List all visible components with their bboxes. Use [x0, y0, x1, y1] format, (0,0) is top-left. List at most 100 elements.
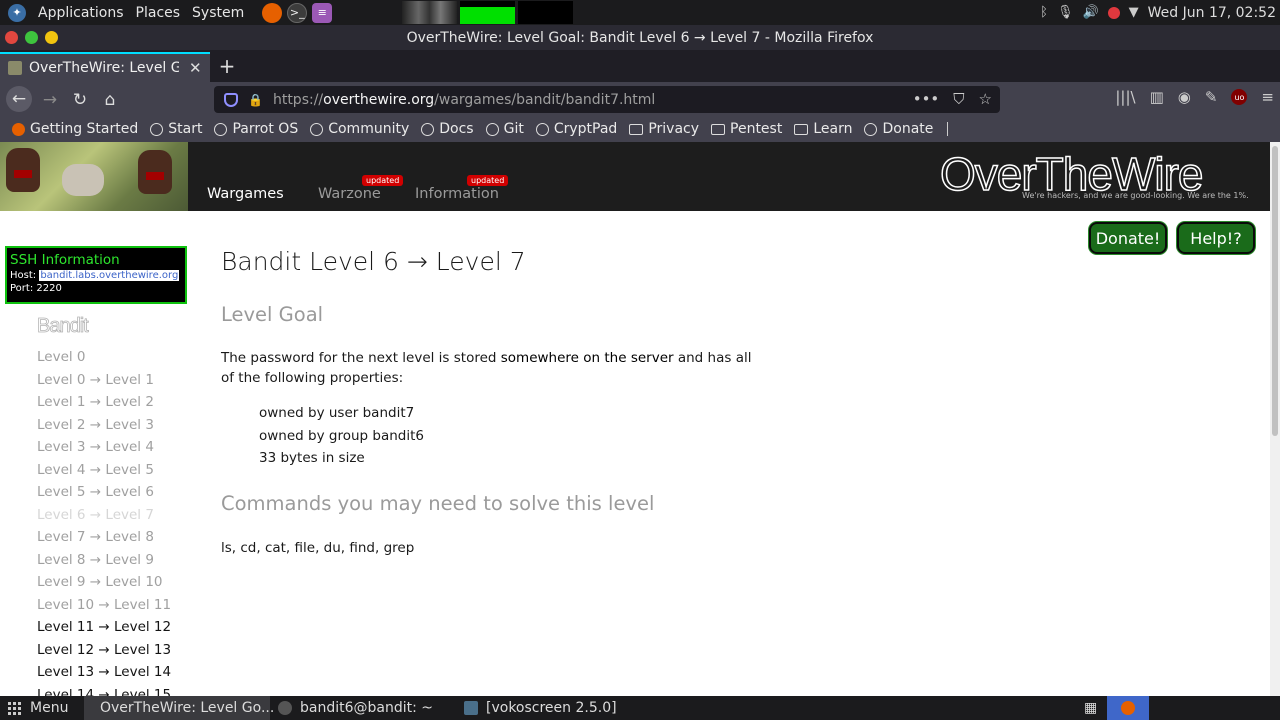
microphone-icon[interactable]: 🎙 [1057, 5, 1074, 20]
sidebar-level-link[interactable]: Level 12 → Level 13 [37, 639, 171, 662]
back-button[interactable]: ← [6, 86, 32, 112]
bookmark-git[interactable]: Git [485, 121, 524, 137]
sidebar-level-link[interactable]: Level 6 → Level 7 [37, 504, 171, 527]
kitten-figure [62, 164, 104, 196]
page-title: Bandit Level 6 → Level 7 [221, 247, 526, 276]
volume-icon[interactable]: 🔊 [1082, 5, 1098, 20]
bookmark-label: Getting Started [30, 121, 139, 137]
bookmark-getting-started[interactable]: Getting Started [12, 121, 138, 137]
wifi-icon[interactable]: ▼ [1129, 5, 1139, 20]
forward-button[interactable]: → [38, 88, 62, 112]
bookmark-cryptpad[interactable]: CryptPad [535, 121, 617, 137]
bookmark-parrot-os[interactable]: Parrot OS [214, 121, 298, 137]
text-editor-launcher-icon[interactable]: ≡ [312, 2, 333, 23]
tracking-protection-shield-icon[interactable] [224, 92, 238, 107]
firefox-launcher-icon[interactable] [262, 2, 283, 23]
folder-icon [629, 123, 644, 135]
level-goal-heading: Level Goal [221, 303, 324, 326]
bookmark-folder-pentest[interactable]: Pentest [711, 121, 782, 137]
bookmark-label: Learn [813, 121, 853, 137]
page-scrollbar[interactable] [1270, 142, 1280, 696]
taskbar-item-firefox[interactable]: OverTheWire: Level Go... [84, 696, 274, 720]
taskbar-item-label: OverTheWire: Level Go... [100, 700, 275, 716]
menu-hamburger-icon[interactable]: ≡ [1261, 88, 1274, 106]
record-indicator-icon[interactable] [1107, 6, 1120, 19]
sidebar-level-link[interactable]: Level 1 → Level 2 [37, 391, 171, 414]
tab-title: OverTheWire: Level Goal [29, 60, 179, 76]
sidebar-level-link[interactable]: Level 14 → Level 15 [37, 684, 171, 697]
bookmarks-toolbar: Getting Started Start Parrot OS Communit… [0, 116, 1280, 142]
system-menu[interactable]: System [186, 0, 250, 25]
workspace-switcher[interactable] [1107, 696, 1149, 720]
url-path: /wargames/bandit/bandit7.html [434, 91, 656, 108]
applications-menu[interactable]: Applications [32, 0, 130, 25]
parrot-logo-icon[interactable]: ✦ [8, 3, 26, 22]
close-tab-icon[interactable]: ✕ [189, 59, 202, 77]
library-icon[interactable]: |||\ [1115, 88, 1135, 106]
ublock-origin-icon[interactable]: uo [1231, 89, 1248, 105]
clock[interactable]: Wed Jun 17, 02:52 [1148, 5, 1276, 21]
sidebar-level-link[interactable]: Level 4 → Level 5 [37, 459, 171, 482]
property-item: owned by user bandit7 [259, 405, 415, 421]
sidebar-level-link[interactable]: Level 7 → Level 8 [37, 526, 171, 549]
header-banner-image[interactable] [0, 142, 188, 211]
nav-wargames[interactable]: Wargames [207, 186, 284, 202]
sidebar-level-link[interactable]: Level 5 → Level 6 [37, 481, 171, 504]
taskbar-item-label: [vokoscreen 2.5.0] [486, 700, 617, 716]
sidebar-level-link[interactable]: Level 3 → Level 4 [37, 436, 171, 459]
bookmark-star-icon[interactable]: ☆ [979, 90, 992, 108]
bookmark-donate[interactable]: Donate [864, 121, 933, 137]
page-actions-icon[interactable]: ••• [913, 90, 940, 108]
bookmark-label: Parrot OS [232, 121, 299, 137]
help-button[interactable]: Help!? [1177, 222, 1255, 254]
nav-warzone[interactable]: Warzone [318, 186, 381, 202]
bookmark-folder-privacy[interactable]: Privacy [629, 121, 699, 137]
url-scheme: https:// [272, 91, 324, 108]
ssh-host-value[interactable]: bandit.labs.overthewire.org [39, 270, 180, 281]
bookmark-label: Start [168, 121, 203, 137]
url-text[interactable]: https://overthewire.org/wargames/bandit/… [273, 92, 655, 108]
start-menu-button[interactable]: Menu [0, 696, 80, 720]
pocket-icon[interactable]: ⛉ [953, 90, 964, 108]
bookmark-docs[interactable]: Docs [421, 121, 474, 137]
taskbar-item-terminal[interactable]: bandit6@bandit: ~ [270, 696, 454, 720]
url-bar[interactable]: 🔒 https://overthewire.org/wargames/bandi… [214, 86, 1000, 113]
sidebar-level-link[interactable]: Level 13 → Level 14 [37, 661, 171, 684]
sidebar-level-link[interactable]: Level 9 → Level 10 [37, 571, 171, 594]
bookmark-community[interactable]: Community [310, 121, 409, 137]
sidebar-level-link[interactable]: Level 0 [37, 346, 171, 369]
extension-icon[interactable]: ✎ [1205, 88, 1218, 106]
bluetooth-icon[interactable]: ᛒ [1040, 5, 1048, 20]
reload-button[interactable]: ↻ [68, 88, 92, 112]
sidebar-level-link[interactable]: Level 10 → Level 11 [37, 594, 171, 617]
sidebar-level-link[interactable]: Level 11 → Level 12 [37, 616, 171, 639]
show-desktop-icon[interactable]: ▦ [1078, 696, 1106, 720]
sidebar-level-link[interactable]: Level 8 → Level 9 [37, 549, 171, 572]
sidebar-level-link[interactable]: Level 0 → Level 1 [37, 369, 171, 392]
tab-overthewire[interactable]: OverTheWire: Level Goal ✕ [0, 52, 210, 82]
sidebar-toggle-icon[interactable]: ▥ [1150, 88, 1164, 106]
nav-information[interactable]: Information [415, 186, 499, 202]
bottom-taskbar: Menu OverTheWire: Level Go... bandit6@ba… [0, 696, 1280, 720]
sidebar-level-link[interactable]: Level 2 → Level 3 [37, 414, 171, 437]
scrollbar-thumb[interactable] [1272, 146, 1278, 436]
globe-icon [214, 122, 228, 136]
bookmark-folder-learn[interactable]: Learn [794, 121, 852, 137]
goal-text-emphasis: somewhere on the server [500, 350, 674, 366]
commands-heading: Commands you may need to solve this leve… [221, 492, 655, 515]
new-tab-button[interactable]: + [217, 54, 237, 78]
home-button[interactable]: ⌂ [98, 88, 122, 112]
taskbar-item-vokoscreen[interactable]: [vokoscreen 2.5.0] [456, 696, 646, 720]
bookmark-start[interactable]: Start [150, 121, 202, 137]
site-favicon-icon [8, 61, 22, 75]
lock-icon[interactable]: 🔒 [248, 93, 263, 107]
terminal-launcher-icon[interactable]: >_ [287, 2, 308, 23]
bookmark-label: Privacy [648, 121, 700, 137]
bookmark-separator [947, 122, 949, 136]
account-icon[interactable]: ◉ [1178, 88, 1191, 106]
places-menu[interactable]: Places [130, 0, 187, 25]
cpu-monitor-graph [402, 1, 457, 24]
donate-button[interactable]: Donate! [1089, 222, 1167, 254]
network-monitor-graph [518, 1, 573, 24]
commands-list: ls, cd, cat, file, du, find, grep [221, 540, 415, 556]
